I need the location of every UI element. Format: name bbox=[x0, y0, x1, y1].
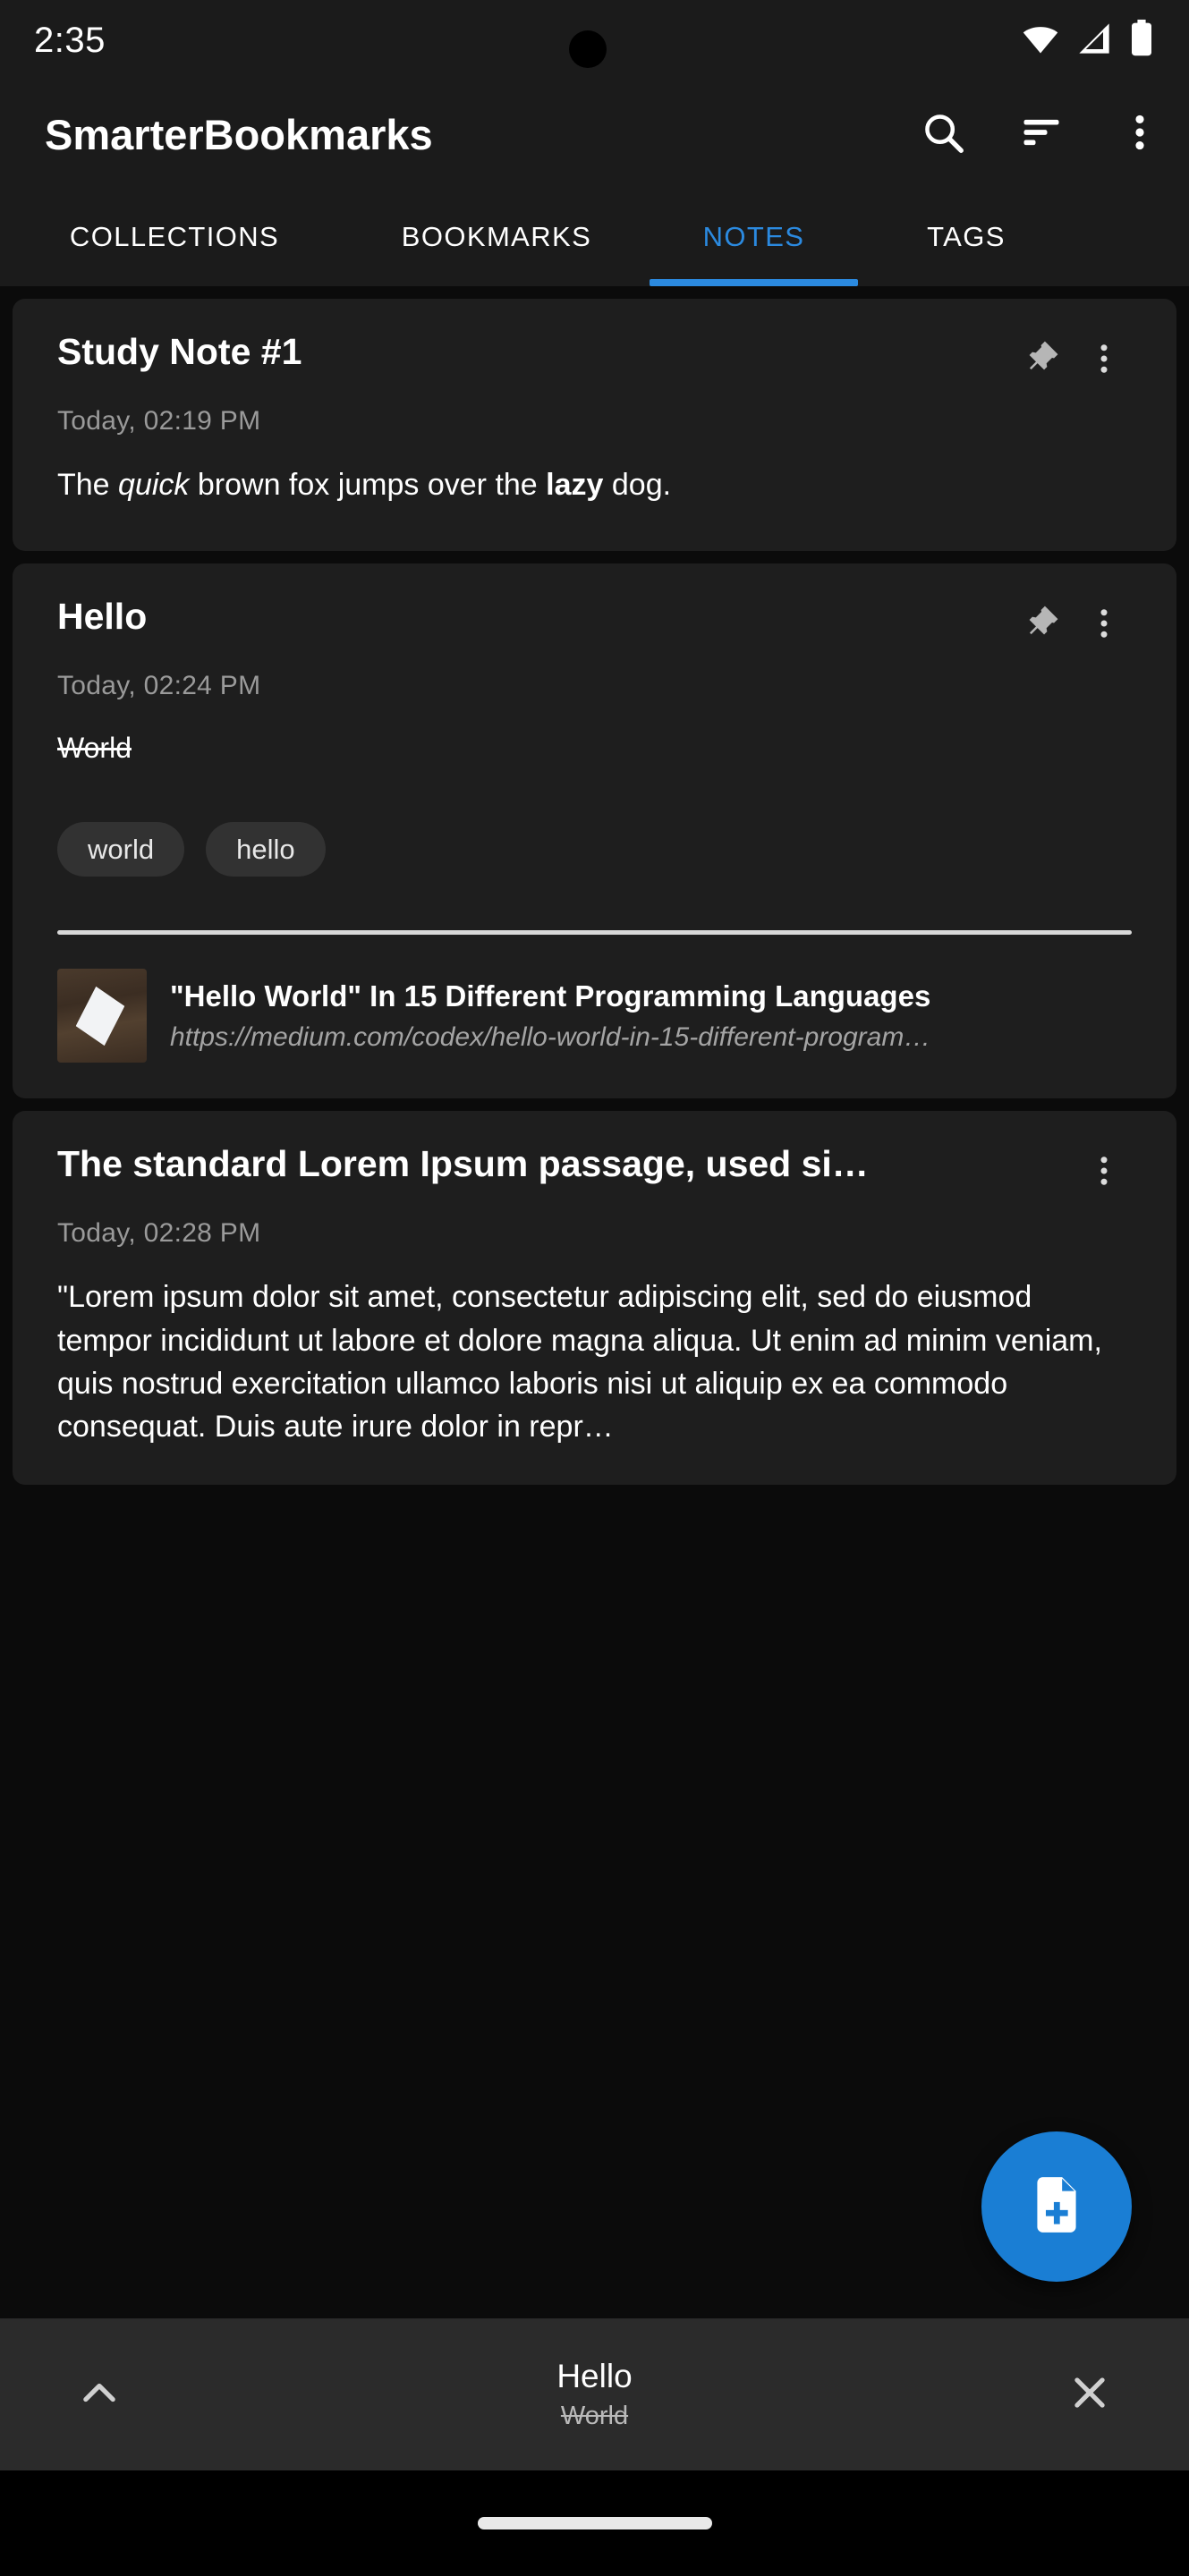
note-card-actions bbox=[1015, 333, 1132, 388]
note-title: Study Note #1 bbox=[57, 331, 302, 372]
status-time: 2:35 bbox=[34, 20, 106, 60]
note-date: Today, 02:24 PM bbox=[57, 671, 261, 700]
search-button[interactable] bbox=[894, 85, 992, 183]
tab-collections-label: COLLECTIONS bbox=[69, 221, 280, 252]
bookmark-text: "Hello World" In 15 Different Programmin… bbox=[170, 979, 1132, 1053]
app-title: SmarterBookmarks bbox=[45, 110, 433, 158]
note-card-actions bbox=[1076, 1145, 1132, 1200]
bottom-bar-title: Hello bbox=[556, 2357, 633, 2394]
note-card[interactable]: The standard Lorem Ipsum passage, used s… bbox=[13, 1111, 1176, 1485]
chevron-up-icon bbox=[76, 2369, 123, 2420]
add-note-fab[interactable] bbox=[981, 2131, 1132, 2282]
note-body-part-bold: lazy bbox=[546, 468, 604, 502]
app-screen: 2:35 SmarterBookmarks COLLECTIONS BOOKMA… bbox=[0, 0, 1189, 2576]
camera-punch-hole bbox=[569, 30, 607, 68]
note-title: The standard Lorem Ipsum passage, used s… bbox=[57, 1143, 869, 1185]
sort-button[interactable] bbox=[992, 85, 1091, 183]
overflow-menu-icon bbox=[1117, 110, 1162, 159]
gesture-pill[interactable] bbox=[477, 2517, 712, 2529]
notes-list[interactable]: Study Note #1 Today, 02:19 PM The quick … bbox=[0, 286, 1189, 2343]
note-card-header: Study Note #1 bbox=[57, 331, 1132, 388]
note-overflow-button[interactable] bbox=[1076, 1145, 1132, 1200]
app-bar-actions bbox=[894, 85, 1189, 183]
overflow-menu-button[interactable] bbox=[1091, 85, 1189, 183]
note-date: Today, 02:19 PM bbox=[57, 406, 261, 436]
overflow-menu-icon bbox=[1085, 605, 1123, 647]
tab-bar: COLLECTIONS BOOKMARKS NOTES TAGS bbox=[0, 188, 1189, 286]
bookmark-title: "Hello World" In 15 Different Programmin… bbox=[170, 979, 931, 1013]
note-body: The quick brown fox jumps over the lazy … bbox=[57, 463, 1132, 506]
note-body-part-italic: quick bbox=[118, 468, 190, 502]
note-body-part: brown fox jumps over the bbox=[189, 468, 547, 502]
thumbnail-paper-shape bbox=[72, 986, 129, 1047]
note-body-part: The bbox=[57, 468, 119, 502]
tag-chip[interactable]: hello bbox=[206, 822, 326, 877]
pushpin-icon bbox=[1024, 605, 1062, 647]
pushpin-icon bbox=[1024, 340, 1062, 382]
bottom-sheet-bar: Hello World bbox=[0, 2318, 1189, 2470]
note-date: Today, 02:28 PM bbox=[57, 1218, 261, 1249]
tab-notes-label: NOTES bbox=[702, 221, 805, 252]
status-icons bbox=[1021, 19, 1155, 63]
tab-collections[interactable]: COLLECTIONS bbox=[0, 188, 349, 286]
tag-chip[interactable]: world bbox=[57, 822, 185, 877]
overflow-menu-icon bbox=[1085, 340, 1123, 382]
status-bar: 2:35 bbox=[0, 0, 1189, 80]
note-card-header: The standard Lorem Ipsum passage, used s… bbox=[57, 1143, 1132, 1200]
tab-tags[interactable]: TAGS bbox=[863, 188, 1069, 286]
search-icon bbox=[919, 108, 967, 161]
note-add-icon bbox=[1023, 2172, 1090, 2242]
note-tag-list: world hello bbox=[57, 822, 1132, 877]
tab-tags-label: TAGS bbox=[927, 221, 1006, 252]
note-card-actions bbox=[1015, 597, 1132, 653]
expand-button[interactable] bbox=[50, 2345, 149, 2444]
close-icon bbox=[1066, 2369, 1113, 2420]
note-card[interactable]: Hello Today, 02:24 PM World world hello … bbox=[13, 564, 1176, 1099]
note-overflow-button[interactable] bbox=[1076, 333, 1132, 388]
bookmark-url: https://medium.com/codex/hello-world-in-… bbox=[170, 1021, 931, 1052]
tab-bookmarks[interactable]: BOOKMARKS bbox=[349, 188, 644, 286]
note-body-part: dog. bbox=[603, 468, 672, 502]
tab-bookmarks-label: BOOKMARKS bbox=[401, 221, 592, 252]
system-navigation-bar bbox=[0, 2470, 1189, 2576]
note-card-header: Hello bbox=[57, 596, 1132, 653]
close-button[interactable] bbox=[1040, 2345, 1139, 2444]
note-divider bbox=[57, 930, 1132, 936]
pin-note-button[interactable] bbox=[1015, 333, 1071, 388]
linked-bookmark[interactable]: "Hello World" In 15 Different Programmin… bbox=[57, 969, 1132, 1063]
bookmark-thumbnail bbox=[57, 969, 147, 1063]
wifi-icon bbox=[1021, 19, 1060, 63]
bottom-bar-subtitle: World bbox=[560, 2402, 629, 2431]
tab-notes[interactable]: NOTES bbox=[644, 188, 863, 286]
sort-icon bbox=[1018, 109, 1065, 160]
battery-icon bbox=[1128, 19, 1155, 63]
note-overflow-button[interactable] bbox=[1076, 597, 1132, 653]
pin-note-button[interactable] bbox=[1015, 597, 1071, 653]
cellular-signal-icon bbox=[1076, 21, 1112, 61]
note-body: World bbox=[57, 732, 132, 764]
note-title: Hello bbox=[57, 596, 148, 637]
app-bar: SmarterBookmarks bbox=[0, 80, 1189, 188]
note-card[interactable]: Study Note #1 Today, 02:19 PM The quick … bbox=[13, 299, 1176, 551]
bottom-bar-text: Hello World bbox=[149, 2358, 1040, 2431]
overflow-menu-icon bbox=[1085, 1152, 1123, 1194]
note-body: "Lorem ipsum dolor sit amet, consectetur… bbox=[57, 1280, 1102, 1445]
